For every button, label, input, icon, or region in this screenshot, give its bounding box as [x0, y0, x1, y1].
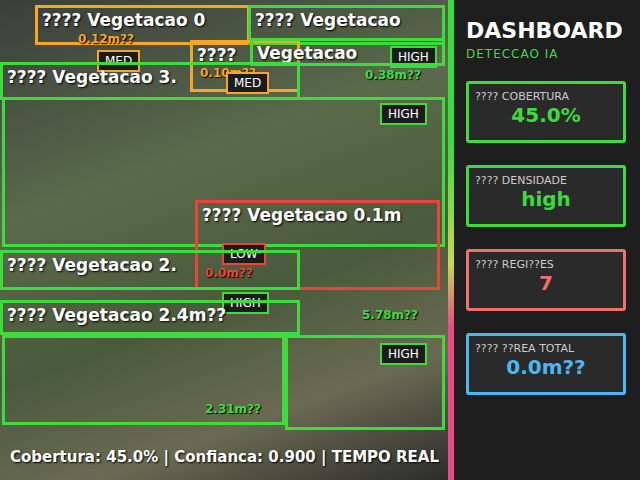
confidence-badge: LOW	[222, 243, 266, 265]
detection-box: ???? Vegetacao 2.4m??	[0, 300, 300, 335]
camera-view: ???? Vegetacao 0 0.12m?? MED ???? Vegetacao…	[0, 0, 448, 480]
stat-card: ???? REGI??ES7	[466, 249, 626, 311]
stat-card: ???? ??REA TOTAL0.0m??	[466, 333, 626, 395]
stat-value: 45.0%	[511, 103, 580, 127]
stat-card: ???? COBERTURA45.0%	[466, 81, 626, 143]
detection-box: ???? Vegetacao 2.	[0, 250, 300, 290]
detection-area: 0.38m??	[365, 68, 421, 82]
stat-card: ???? DENSIDADEhigh	[466, 165, 626, 227]
confidence-badge: HIGH	[380, 103, 427, 125]
stat-cards: ???? COBERTURA45.0% ???? DENSIDADEhigh???…	[466, 81, 626, 395]
detection-area: 5.78m??	[362, 308, 418, 322]
stat-label: ???? COBERTURA	[475, 90, 569, 103]
divider	[448, 0, 454, 480]
detection-label: ???? Vegetacao 2.4m??	[7, 305, 226, 325]
detection-label: ???? Vegetacao	[255, 10, 401, 30]
sidebar: DASHBOARD DETECCAO IA ???? COBERTURA45.0%?…	[454, 0, 640, 480]
confidence-badge: MED	[226, 72, 269, 94]
confidence-badge: HIGH	[380, 343, 427, 365]
stat-value: 7	[539, 271, 553, 295]
detection-label: Vegetacao	[257, 43, 357, 63]
detection-label: ???? Vegetacao 3.	[7, 67, 177, 87]
detection-label: ???? Vegetacao 0.1m	[202, 205, 401, 225]
stat-label: ???? DENSIDADE	[475, 174, 567, 187]
detection-area: 0.0m??	[205, 266, 253, 280]
stat-value: high	[521, 187, 571, 211]
status-bar: Cobertura: 45.0% | Confianca: 0.900 | TE…	[10, 448, 439, 466]
detection-area: 2.31m??	[205, 402, 261, 416]
stat-label: ???? ??REA TOTAL	[475, 342, 574, 355]
detection-box: ???? Vegetacao 0	[35, 5, 250, 45]
detection-box: ???? Vegetacao 3.	[0, 62, 300, 100]
dashboard-title: DASHBOARD	[466, 18, 626, 43]
detection-area: 0.12m??	[78, 32, 134, 46]
dashboard-subtitle: DETECCAO IA	[466, 47, 626, 61]
stat-label: ???? REGI??ES	[475, 258, 554, 271]
confidence-badge: HIGH	[222, 292, 269, 314]
vegetation-dashboard: ???? Vegetacao 0 0.12m?? MED ???? Vegetacao…	[0, 0, 640, 480]
stat-value: 0.0m??	[506, 355, 585, 379]
detection-label: ???? Vegetacao 0	[42, 10, 205, 30]
detection-label: ???? Vegetacao 2.	[7, 255, 177, 275]
